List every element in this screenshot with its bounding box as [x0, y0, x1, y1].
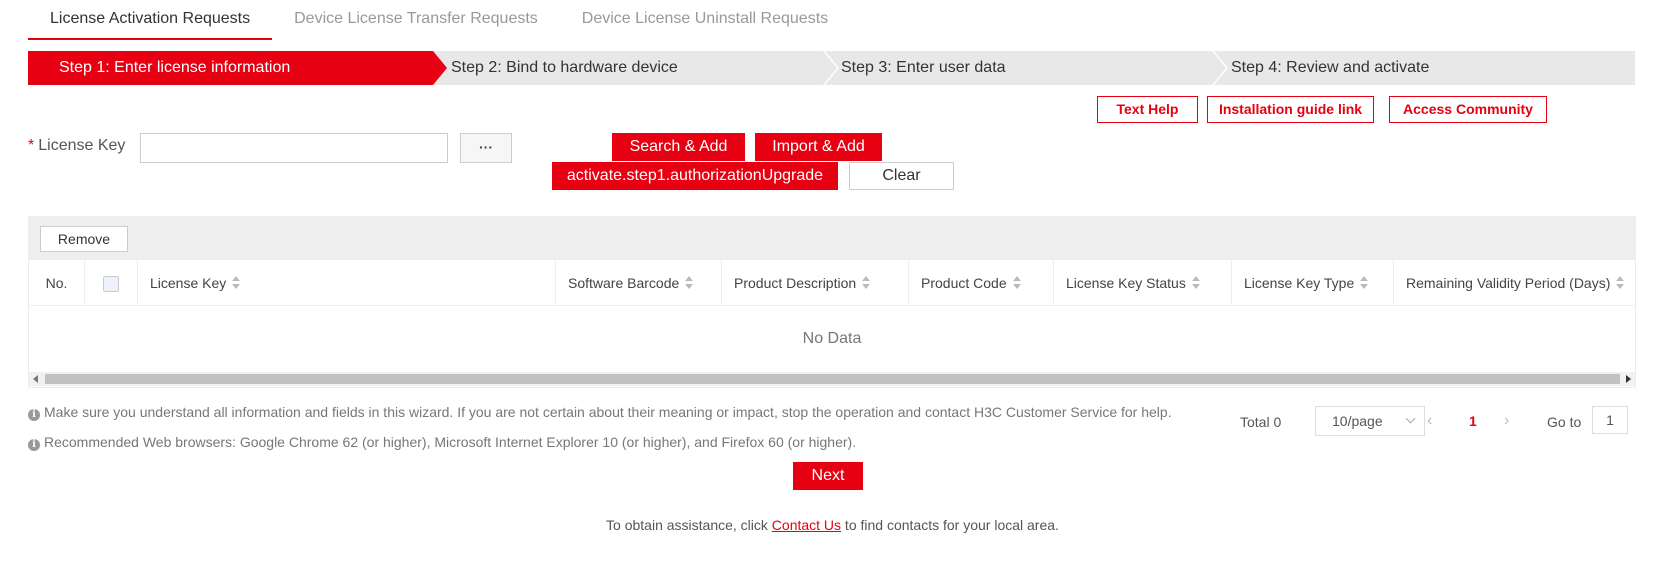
info-icon: i: [28, 439, 40, 451]
installation-guide-link-button[interactable]: Installation guide link: [1207, 96, 1374, 123]
more-options-button[interactable]: ···: [460, 133, 512, 163]
access-community-button[interactable]: Access Community: [1389, 96, 1547, 123]
search-and-add-button[interactable]: Search & Add: [612, 133, 745, 161]
go-to-page-input[interactable]: 1: [1592, 406, 1628, 434]
step-arrow-icon: [823, 51, 839, 85]
assistance-footer: To obtain assistance, click Contact Us t…: [0, 517, 1665, 533]
page-size-select[interactable]: 10/page: [1315, 406, 1425, 436]
clear-button[interactable]: Clear: [849, 162, 954, 190]
next-button[interactable]: Next: [793, 462, 863, 490]
sort-icon[interactable]: [862, 276, 871, 290]
no-data-message: No Data: [802, 330, 862, 347]
sort-icon[interactable]: [1191, 276, 1201, 290]
scrollbar-thumb[interactable]: [45, 374, 1620, 384]
horizontal-scrollbar[interactable]: [29, 372, 1635, 386]
chevron-down-icon: [1405, 413, 1416, 424]
sort-icon[interactable]: [1616, 276, 1625, 290]
table-toolbar: Remove: [29, 217, 1635, 260]
step-arrow-icon: [1212, 51, 1228, 85]
license-key-label: * License Key: [28, 137, 125, 155]
column-select-all: [85, 260, 138, 306]
text-help-button[interactable]: Text Help: [1097, 96, 1198, 123]
next-page-icon[interactable]: ›: [1504, 412, 1509, 430]
remove-button[interactable]: Remove: [40, 226, 128, 252]
license-table: Remove No. License Key Software Barcode …: [28, 216, 1636, 388]
page-size-value: 10/page: [1332, 413, 1383, 429]
current-page-number[interactable]: 1: [1469, 413, 1477, 429]
required-mark: *: [28, 137, 35, 154]
info-icon: i: [28, 409, 40, 421]
footer-text-after: to find contacts for your local area.: [841, 517, 1059, 533]
previous-page-icon[interactable]: ‹: [1427, 412, 1432, 430]
sort-icon[interactable]: [685, 276, 694, 290]
sort-icon[interactable]: [1012, 276, 1022, 290]
table-header: No. License Key Software Barcode Product…: [29, 260, 1635, 306]
tab-license-activation-requests[interactable]: License Activation Requests: [28, 0, 273, 40]
license-key-label-text: License Key: [38, 137, 126, 154]
browser-note: i Recommended Web browsers: Google Chrome…: [28, 434, 856, 451]
wizard-steps: Step 1: Enter license information Step 2…: [28, 51, 1635, 85]
tab-device-license-uninstall-requests[interactable]: Device License Uninstall Requests: [560, 0, 850, 40]
scroll-right-icon[interactable]: [1626, 375, 1631, 383]
column-license-key[interactable]: License Key: [138, 260, 556, 306]
request-tabs: License Activation Requests Device Licen…: [28, 0, 850, 40]
step-3-enter-user-data: Step 3: Enter user data: [841, 59, 1006, 76]
footer-text-before: To obtain assistance, click: [606, 517, 772, 533]
sort-icon[interactable]: [232, 276, 241, 290]
select-all-checkbox[interactable]: [103, 276, 119, 293]
authorization-upgrade-button[interactable]: activate.step1.authorizationUpgrade: [552, 162, 838, 190]
step-arrow-icon: [433, 51, 447, 85]
step-1-enter-license-information: Step 1: Enter license information: [59, 59, 291, 76]
column-no: No.: [29, 260, 85, 306]
tab-device-license-transfer-requests[interactable]: Device License Transfer Requests: [272, 0, 560, 40]
go-to-label: Go to: [1547, 414, 1582, 430]
column-software-barcode[interactable]: Software Barcode: [556, 260, 722, 306]
step-4-review-and-activate: Step 4: Review and activate: [1231, 59, 1430, 76]
contact-us-link[interactable]: Contact Us: [772, 517, 841, 533]
import-and-add-button[interactable]: Import & Add: [755, 133, 882, 161]
column-license-key-status[interactable]: License Key Status: [1054, 260, 1232, 306]
column-product-description[interactable]: Product Description: [722, 260, 909, 306]
column-product-code[interactable]: Product Code: [909, 260, 1054, 306]
column-remaining-validity-period[interactable]: Remaining Validity Period (Days): [1394, 260, 1636, 306]
sort-icon[interactable]: [1360, 276, 1369, 290]
license-key-input[interactable]: [140, 133, 448, 163]
scroll-left-icon[interactable]: [33, 375, 38, 383]
pagination-total: Total 0: [1240, 414, 1282, 430]
column-license-key-type[interactable]: License Key Type: [1232, 260, 1394, 306]
step-2-bind-hardware-device: Step 2: Bind to hardware device: [451, 59, 678, 76]
wizard-note: i Make sure you understand all informatio…: [28, 404, 1172, 421]
